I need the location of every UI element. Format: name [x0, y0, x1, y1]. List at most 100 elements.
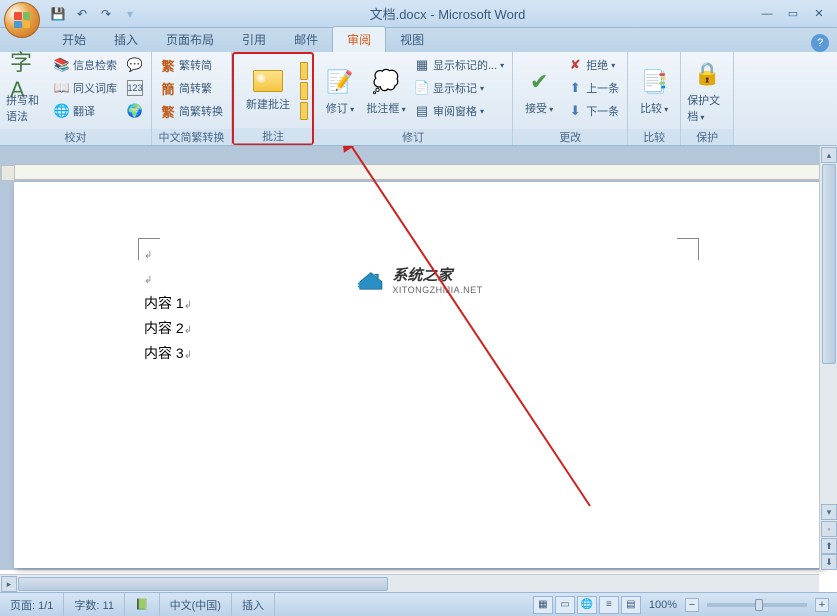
scroll-up-icon[interactable]: ▴ [821, 147, 837, 163]
zoom-thumb[interactable] [755, 599, 763, 611]
paragraph: 内容 3↲ [144, 342, 693, 367]
language-icon: 🌍 [127, 103, 143, 119]
tooltip-icon: 💬 [127, 57, 143, 73]
restore-button[interactable]: ▭ [781, 6, 805, 22]
ribbon-tabs: 开始 插入 页面布局 引用 邮件 审阅 视图 ? [0, 28, 837, 52]
group-label-tracking: 修订 [314, 129, 512, 145]
group-chinese: 繁繁转简 簡简转繁 繁简繁转换 中文简繁转换 [152, 52, 232, 145]
scroll-thumb[interactable] [822, 164, 836, 364]
horizontal-ruler[interactable] [14, 164, 823, 180]
fullscreen-view-icon[interactable]: ▭ [555, 596, 575, 614]
previous-button[interactable]: ⬆上一条 [563, 77, 623, 99]
accept-button[interactable]: ✔ 接受 [517, 54, 561, 127]
simp-to-trad-button[interactable]: 繁繁转简 [156, 54, 227, 76]
horizontal-scrollbar[interactable]: ◂ ▸ [0, 574, 819, 592]
zoom-level[interactable]: 100% [649, 599, 677, 611]
tab-insert[interactable]: 插入 [100, 27, 152, 52]
group-label-proofing: 校对 [0, 129, 151, 145]
zoom-in-button[interactable]: + [815, 598, 829, 612]
show-markup-button[interactable]: 📄显示标记 [410, 77, 508, 99]
language-status[interactable]: 中文(中国) [160, 593, 232, 616]
reviewing-pane-button[interactable]: ▤审阅窗格 [410, 100, 508, 122]
compare-icon: 📑 [638, 66, 670, 98]
comment-delete-icon[interactable] [300, 102, 308, 120]
zoom-slider[interactable] [707, 603, 807, 607]
draft-view-icon[interactable]: ▤ [621, 596, 641, 614]
qat-dropdown-icon[interactable]: ▾ [120, 4, 140, 24]
compare-button[interactable]: 📑 比较 [632, 54, 676, 127]
statusbar: 页面: 1/1 字数: 11 📗 中文(中国) 插入 ▦ ▭ 🌐 ≡ ▤ 100… [0, 592, 837, 616]
translation-tip-button[interactable]: 💬 [123, 54, 147, 76]
insert-mode-status[interactable]: 插入 [232, 593, 275, 616]
scroll-down-icon[interactable]: ▾ [821, 504, 837, 520]
tab-selector[interactable] [1, 165, 15, 181]
office-button[interactable] [4, 2, 44, 40]
tab-layout[interactable]: 页面布局 [152, 27, 228, 52]
page-status[interactable]: 页面: 1/1 [0, 593, 64, 616]
outline-view-icon[interactable]: ≡ [599, 596, 619, 614]
ribbon: 字A 拼写和语法 📚信息检索 📖同义词库 🌐翻译 💬 123 🌍 校对 繁繁转简… [0, 52, 837, 146]
thesaurus-button[interactable]: 📖同义词库 [50, 77, 121, 99]
next-page-icon[interactable]: ⬇ [821, 554, 837, 570]
web-view-icon[interactable]: 🌐 [577, 596, 597, 614]
margin-corner-icon [138, 238, 160, 260]
close-button[interactable]: ✕ [807, 6, 831, 22]
balloons-icon: 💭 [370, 66, 402, 98]
translate-icon: 🌐 [54, 103, 70, 119]
tab-start[interactable]: 开始 [48, 27, 100, 52]
group-compare: 📑 比较 比较 [628, 52, 681, 145]
group-protect: 🔒 保护文档 保护 [681, 52, 734, 145]
trad-icon: 簡 [160, 80, 176, 96]
prev-page-icon[interactable]: ⬆ [821, 538, 837, 554]
track-changes-button[interactable]: 📝 修订 [318, 54, 362, 127]
group-label-changes: 更改 [513, 129, 627, 145]
scroll-thumb[interactable] [18, 577, 388, 591]
vertical-scrollbar[interactable]: ▴ ▾ ◦ ⬆ ⬇ [819, 146, 837, 570]
set-language-button[interactable]: 🌍 [123, 100, 147, 122]
comment-icon [253, 70, 283, 92]
spelling-icon: 字A [10, 58, 42, 90]
comment-next-icon[interactable] [300, 82, 308, 100]
zoom-out-button[interactable]: − [685, 598, 699, 612]
research-button[interactable]: 📚信息检索 [50, 54, 121, 76]
redo-icon[interactable]: ↷ [96, 4, 116, 24]
new-comment-button[interactable]: 新建批注 [238, 56, 298, 126]
trad-to-simp-button[interactable]: 簡简转繁 [156, 77, 227, 99]
comment-nav [300, 56, 308, 126]
reject-icon: ✘ [567, 57, 583, 73]
group-changes: ✔ 接受 ✘拒绝 ⬆上一条 ⬇下一条 更改 [513, 52, 628, 145]
convert-icon: 繁 [160, 103, 176, 119]
chinese-convert-button[interactable]: 繁简繁转换 [156, 100, 227, 122]
translate-button[interactable]: 🌐翻译 [50, 100, 121, 122]
balloons-button[interactable]: 💭 批注框 [364, 54, 408, 127]
wordcount-button[interactable]: 123 [123, 77, 147, 99]
save-icon[interactable]: 💾 [48, 4, 68, 24]
track-icon: 📝 [324, 66, 356, 98]
display-dropdown[interactable]: ▦显示标记的... [410, 54, 508, 76]
proof-status[interactable]: 📗 [125, 593, 160, 616]
tab-mail[interactable]: 邮件 [280, 27, 332, 52]
print-layout-view-icon[interactable]: ▦ [533, 596, 553, 614]
comment-prev-icon[interactable] [300, 62, 308, 80]
tab-review[interactable]: 审阅 [332, 26, 386, 52]
spelling-button[interactable]: 字A 拼写和语法 [4, 54, 48, 127]
group-label-compare: 比较 [628, 129, 680, 145]
minimize-button[interactable]: — [755, 6, 779, 22]
scroll-right-icon[interactable]: ▸ [1, 576, 17, 592]
help-icon[interactable]: ? [811, 34, 829, 52]
tab-references[interactable]: 引用 [228, 27, 280, 52]
word-count-status[interactable]: 字数: 11 [64, 593, 125, 616]
paragraph: 内容 2↲ [144, 317, 693, 342]
protect-button[interactable]: 🔒 保护文档 [685, 54, 729, 127]
page[interactable]: 系统之家 XITONGZHIJIA.NET ↲ ↲ 内容 1↲ 内容 2↲ 内容… [14, 182, 823, 568]
reject-button[interactable]: ✘拒绝 [563, 54, 623, 76]
undo-icon[interactable]: ↶ [72, 4, 92, 24]
tab-view[interactable]: 视图 [386, 27, 438, 52]
browse-object-icon[interactable]: ◦ [821, 521, 837, 537]
group-comments: 新建批注 批注 [232, 52, 314, 145]
margin-corner-icon [677, 238, 699, 260]
group-tracking: 📝 修订 💭 批注框 ▦显示标记的... 📄显示标记 ▤审阅窗格 修订 [314, 52, 513, 145]
next-button[interactable]: ⬇下一条 [563, 100, 623, 122]
quick-access-toolbar: 💾 ↶ ↷ ▾ [48, 4, 140, 24]
protect-icon: 🔒 [691, 58, 723, 90]
